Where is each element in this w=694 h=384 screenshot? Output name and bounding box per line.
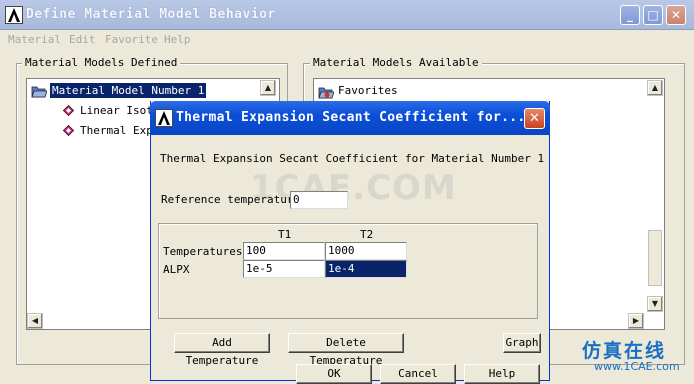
- model-diamond-icon: [62, 104, 75, 117]
- menu-edit[interactable]: Edit: [69, 33, 96, 46]
- delete-temperature-button[interactable]: Delete Temperature: [288, 333, 404, 367]
- column-header-t2: T2: [360, 228, 374, 241]
- ansys-logo-icon: [155, 109, 173, 127]
- menu-bar: Material Edit Favorite Help: [0, 31, 694, 49]
- row-label-temperatures: Temperatures: [163, 245, 243, 258]
- dialog-title: Thermal Expansion Secant Coefficient for…: [176, 110, 526, 125]
- brand-chinese-text: 仿真在线: [582, 340, 667, 362]
- scroll-left-arrow-icon[interactable]: ◀: [27, 313, 43, 329]
- scroll-down-arrow-icon[interactable]: ▼: [647, 296, 663, 312]
- table-cell-temperature-t2[interactable]: 1000: [325, 242, 407, 260]
- reference-temperature-input[interactable]: 0: [290, 191, 348, 209]
- models-available-label: Material Models Available: [310, 56, 482, 69]
- minimize-button[interactable]: _: [620, 5, 640, 25]
- scroll-up-arrow-icon[interactable]: ▲: [647, 80, 663, 96]
- help-button[interactable]: Help: [464, 364, 540, 384]
- table-cell-alpx-t1[interactable]: 1e-5: [243, 260, 325, 278]
- reference-temperature-label: Reference temperature: [161, 193, 301, 206]
- dialog-title-bar[interactable]: Thermal Expansion Secant Coefficient for…: [150, 101, 550, 135]
- tree-item-thermal-expansion[interactable]: Thermal Exp: [80, 124, 153, 137]
- table-cell-temperature-t1[interactable]: 100: [243, 242, 325, 260]
- menu-material[interactable]: Material: [8, 33, 61, 46]
- table-cell-alpx-t2[interactable]: 1e-4: [325, 260, 407, 278]
- brand-url-text: www.1CAE.com: [594, 360, 680, 373]
- menu-favorite[interactable]: Favorite: [105, 33, 158, 46]
- folder-open-icon: [31, 84, 48, 98]
- ansys-logo-icon: [5, 6, 23, 24]
- dialog-close-button[interactable]: ✕: [524, 108, 545, 129]
- scroll-up-arrow-icon[interactable]: ▲: [260, 80, 276, 96]
- close-button[interactable]: ✕: [666, 5, 686, 25]
- scroll-right-arrow-icon[interactable]: ▶: [628, 313, 644, 329]
- vertical-scrollbar-thumb[interactable]: [648, 230, 662, 286]
- menu-help[interactable]: Help: [164, 33, 191, 46]
- cancel-button[interactable]: Cancel: [380, 364, 456, 384]
- tree-item-material-model-1[interactable]: Material Model Number 1: [50, 83, 207, 98]
- favorites-folder-icon: [318, 85, 335, 99]
- tree-item-linear-isotropic[interactable]: Linear Isot: [80, 104, 153, 117]
- maximize-button[interactable]: □: [643, 5, 663, 25]
- main-window-title: Define Material Model Behavior: [26, 7, 276, 22]
- model-diamond-icon: [62, 124, 75, 137]
- add-temperature-button[interactable]: Add Temperature: [174, 333, 270, 367]
- ok-button[interactable]: OK: [296, 364, 372, 384]
- main-title-bar[interactable]: Define Material Model Behavior _ □ ✕: [0, 0, 694, 30]
- row-label-alpx: ALPX: [163, 263, 190, 276]
- models-defined-label: Material Models Defined: [22, 56, 181, 69]
- column-header-t1: T1: [278, 228, 292, 241]
- tree-item-favorites[interactable]: Favorites: [338, 84, 398, 97]
- graph-button[interactable]: Graph: [503, 333, 541, 353]
- dialog-heading: Thermal Expansion Secant Coefficient for…: [160, 152, 545, 165]
